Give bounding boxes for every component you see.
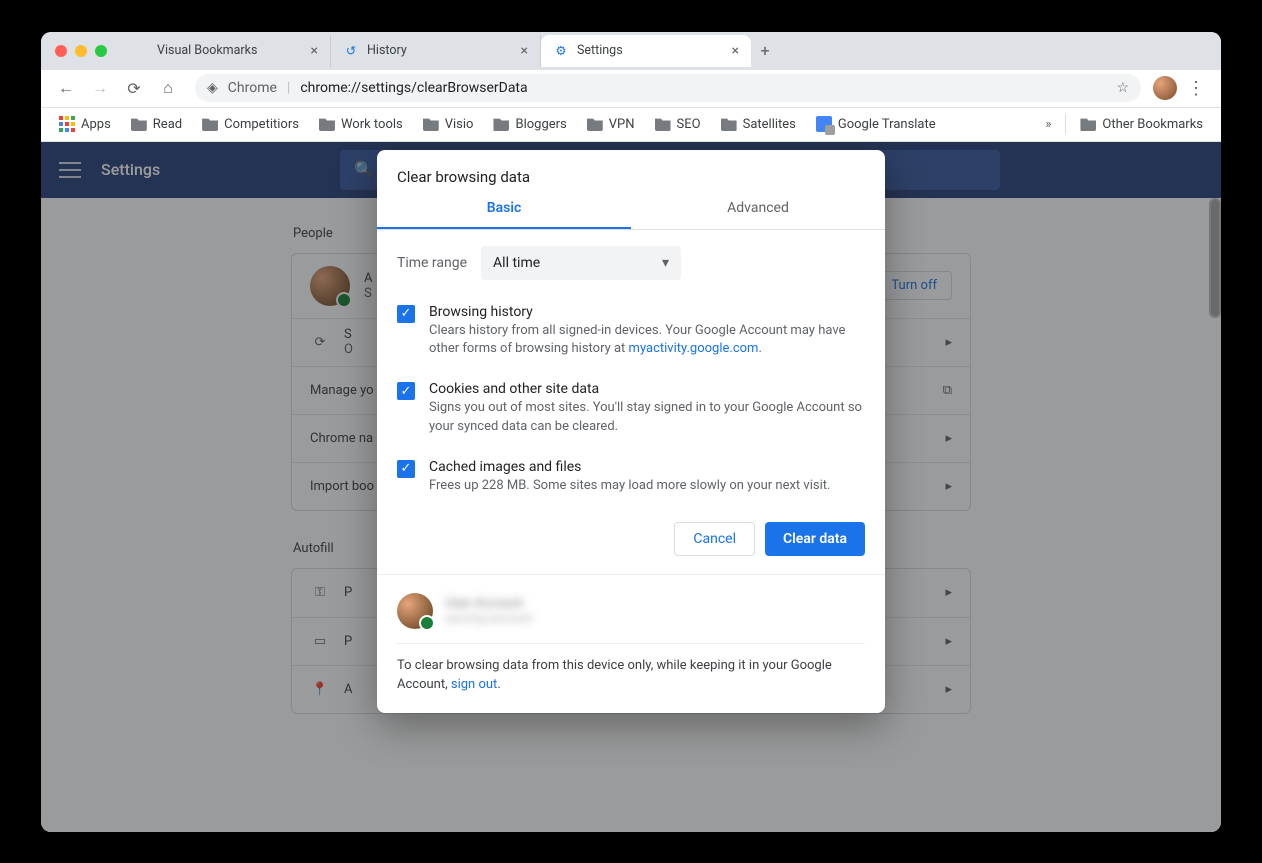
apps-icon xyxy=(59,116,75,132)
chevron-down-icon: ▾ xyxy=(662,255,669,271)
account-name: User Account xyxy=(445,596,532,611)
address-bar[interactable]: ◈ Chrome | chrome://settings/clearBrowse… xyxy=(195,74,1141,102)
profile-avatar[interactable] xyxy=(1153,76,1177,100)
reload-button[interactable]: ⟳ xyxy=(119,73,149,103)
dialog-tabs: Basic Advanced xyxy=(377,188,885,230)
checkbox-browsing-history[interactable]: ✓ xyxy=(397,305,415,323)
myactivity-link[interactable]: myactivity.google.com xyxy=(629,341,759,356)
other-bookmarks[interactable]: Other Bookmarks xyxy=(1072,113,1211,136)
option-browsing-history: ✓ Browsing history Clears history from a… xyxy=(397,296,865,374)
dialog-body: Time range All time ▾ ✓ Browsing history… xyxy=(377,230,885,514)
bookmark-folder-competitors[interactable]: Competitiors xyxy=(194,113,307,136)
folder-icon xyxy=(423,117,439,131)
tab-title: History xyxy=(367,43,407,58)
apps-shortcut[interactable]: Apps xyxy=(51,112,119,136)
time-range-select[interactable]: All time ▾ xyxy=(481,246,681,280)
close-tab-icon[interactable]: × xyxy=(311,43,318,59)
option-desc: Frees up 228 MB. Some sites may load mor… xyxy=(429,477,830,496)
avatar xyxy=(397,593,433,629)
tab-history[interactable]: ↺ History × xyxy=(331,35,541,67)
gear-icon: ⚙ xyxy=(553,43,569,59)
option-title: Browsing history xyxy=(429,304,865,320)
time-range-label: Time range xyxy=(397,255,467,271)
tab-title: Settings xyxy=(577,43,623,58)
folder-icon xyxy=(131,117,147,131)
back-button[interactable]: ← xyxy=(51,73,81,103)
minimize-window-button[interactable] xyxy=(75,45,87,57)
dialog-footer: User Account syncing account To clear br… xyxy=(377,574,885,713)
tab-title: Visual Bookmarks xyxy=(157,43,257,58)
account-row: User Account syncing account xyxy=(397,589,865,644)
signout-note: To clear browsing data from this device … xyxy=(397,644,865,695)
browser-window: Visual Bookmarks × ↺ History × ⚙ Setting… xyxy=(41,32,1221,832)
bookmark-folder-worktools[interactable]: Work tools xyxy=(311,113,411,136)
translate-icon xyxy=(816,116,832,132)
sync-badge-icon xyxy=(419,615,435,631)
tab-settings[interactable]: ⚙ Settings × xyxy=(541,35,751,67)
tab-basic[interactable]: Basic xyxy=(377,188,631,229)
forward-button[interactable]: → xyxy=(85,73,115,103)
close-tab-icon[interactable]: × xyxy=(732,43,739,59)
cancel-button[interactable]: Cancel xyxy=(674,522,755,556)
dialog-actions: Cancel Clear data xyxy=(377,514,885,574)
tab-visual-bookmarks[interactable]: Visual Bookmarks × xyxy=(121,35,331,67)
option-desc: Signs you out of most sites. You'll stay… xyxy=(429,399,865,437)
bookmark-translate[interactable]: Google Translate xyxy=(808,112,944,136)
close-tab-icon[interactable]: × xyxy=(521,43,528,59)
close-window-button[interactable] xyxy=(55,45,67,57)
option-desc: Clears history from all signed-in device… xyxy=(429,322,865,360)
checkbox-cache[interactable]: ✓ xyxy=(397,460,415,478)
bookmark-folder-vpn[interactable]: VPN xyxy=(579,113,643,136)
url-prefix: Chrome xyxy=(228,80,277,96)
sign-out-link[interactable]: sign out xyxy=(451,677,497,692)
apps-label: Apps xyxy=(81,117,111,132)
folder-icon xyxy=(202,117,218,131)
maximize-window-button[interactable] xyxy=(95,45,107,57)
bookmark-folder-visio[interactable]: Visio xyxy=(415,113,482,136)
folder-icon xyxy=(493,117,509,131)
account-sub: syncing account xyxy=(445,611,532,625)
folder-icon xyxy=(319,117,335,131)
bookmark-folder-bloggers[interactable]: Bloggers xyxy=(485,113,574,136)
bookmarks-bar: Apps Read Competitiors Work tools Visio … xyxy=(41,108,1221,142)
bookmark-folder-read[interactable]: Read xyxy=(123,113,190,136)
bookmark-folder-satellites[interactable]: Satellites xyxy=(713,113,804,136)
folder-icon xyxy=(721,117,737,131)
history-icon: ↺ xyxy=(343,43,359,59)
separator xyxy=(1065,114,1066,134)
option-title: Cached images and files xyxy=(429,459,830,475)
globe-icon xyxy=(133,43,149,59)
option-title: Cookies and other site data xyxy=(429,381,865,397)
clear-data-button[interactable]: Clear data xyxy=(765,522,865,556)
settings-page: Settings 🔍 Search settings People A S Tu… xyxy=(41,142,1221,832)
folder-icon xyxy=(655,117,671,131)
tab-advanced[interactable]: Advanced xyxy=(631,188,885,229)
time-range-value: All time xyxy=(493,255,540,271)
checkbox-cookies[interactable]: ✓ xyxy=(397,382,415,400)
tab-strip: Visual Bookmarks × ↺ History × ⚙ Setting… xyxy=(41,32,1221,70)
site-info-icon[interactable]: ◈ xyxy=(207,80,218,96)
dialog-title: Clear browsing data xyxy=(377,150,885,188)
new-tab-button[interactable]: + xyxy=(751,37,779,65)
option-cache: ✓ Cached images and files Frees up 228 M… xyxy=(397,451,865,510)
toolbar: ← → ⟳ ⌂ ◈ Chrome | chrome://settings/cle… xyxy=(41,70,1221,108)
option-cookies: ✓ Cookies and other site data Signs you … xyxy=(397,373,865,451)
folder-icon xyxy=(587,117,603,131)
menu-button[interactable]: ⋮ xyxy=(1181,78,1211,99)
url-text: chrome://settings/clearBrowserData xyxy=(300,80,527,96)
folder-icon xyxy=(1080,117,1096,131)
home-button[interactable]: ⌂ xyxy=(153,73,183,103)
bookmark-folder-seo[interactable]: SEO xyxy=(647,113,709,136)
clear-browsing-data-dialog: Clear browsing data Basic Advanced Time … xyxy=(377,150,885,713)
window-controls xyxy=(55,45,107,57)
bookmarks-overflow[interactable]: » xyxy=(1037,117,1059,132)
bookmark-star-icon[interactable]: ☆ xyxy=(1116,80,1129,96)
